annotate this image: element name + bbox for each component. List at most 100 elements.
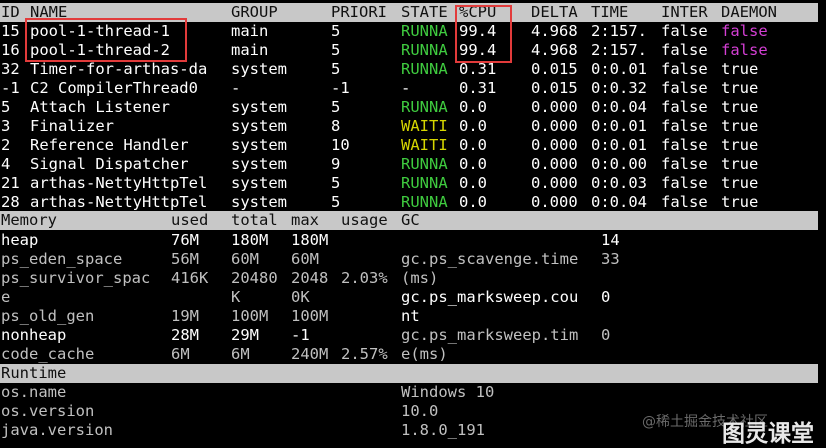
thread-time: 0:0.04 xyxy=(591,193,647,211)
thread-id: 15 xyxy=(1,22,20,40)
watermark-big: 图灵课堂 xyxy=(722,421,814,447)
memory-used: 56M xyxy=(171,250,199,268)
thread-priority: -1 xyxy=(331,79,350,97)
thread-daemon: true xyxy=(721,117,759,135)
thread-daemon: true xyxy=(721,98,759,116)
memory-total: 29M xyxy=(231,326,259,344)
thread-name: arthas-NettyHttpTel xyxy=(30,174,208,192)
memory-total: K xyxy=(231,288,241,306)
memory-name: ps_eden_space xyxy=(1,250,123,268)
gc-value: 0 xyxy=(601,326,611,344)
memory-total: 60M xyxy=(231,250,259,268)
thread-priority: 5 xyxy=(331,193,341,211)
thread-id: 21 xyxy=(1,174,20,192)
thread-cpu: 0.0 xyxy=(459,98,487,116)
thread-priority: 5 xyxy=(331,174,341,192)
thread-state: RUNNA xyxy=(401,60,448,78)
col-priority: PRIORI xyxy=(331,3,387,21)
thread-group: system xyxy=(231,174,287,192)
thread-id: 3 xyxy=(1,117,11,135)
memory-max: 2048 xyxy=(291,269,329,287)
thread-state: RUNNA xyxy=(401,98,448,116)
memory-name: ps_old_gen xyxy=(1,307,95,325)
gc-value: 33 xyxy=(601,250,620,268)
memory-used: 6M xyxy=(171,345,190,363)
memory-total: 20480 xyxy=(231,269,278,287)
runtime-key: os.name xyxy=(1,383,67,401)
thread-group: system xyxy=(231,155,287,173)
thread-group: main xyxy=(231,41,269,59)
thread-group: system xyxy=(231,117,287,135)
runtime-key: os.version xyxy=(1,402,95,420)
thread-cpu: 0.0 xyxy=(459,193,487,211)
thread-group: system xyxy=(231,60,287,78)
thread-id: 2 xyxy=(1,136,11,154)
gc-name: nt xyxy=(401,307,420,325)
thread-name: arthas-NettyHttpTel xyxy=(30,193,208,211)
thread-time: 0:0.04 xyxy=(591,98,647,116)
thread-id: 4 xyxy=(1,155,11,173)
memory-name: heap xyxy=(1,231,39,249)
thread-time: 0:0.32 xyxy=(591,79,647,97)
thread-group: - xyxy=(231,79,241,97)
thread-id: 5 xyxy=(1,98,11,116)
thread-daemon: true xyxy=(721,60,759,78)
thread-cpu: 0.31 xyxy=(459,79,497,97)
thread-name: Finalizer xyxy=(30,117,114,135)
thread-cpu: 0.0 xyxy=(459,174,487,192)
thread-time: 0:0.00 xyxy=(591,155,647,173)
thread-interrupted: false xyxy=(661,117,708,135)
thread-priority: 10 xyxy=(331,136,350,154)
thread-name-highlight xyxy=(25,18,187,62)
thread-interrupted: false xyxy=(661,79,708,97)
thread-state: WAITI xyxy=(401,117,448,135)
thread-daemon: false xyxy=(721,22,768,40)
thread-id: 16 xyxy=(1,41,20,59)
thread-daemon: true xyxy=(721,193,759,211)
memory-max: -1 xyxy=(291,326,310,344)
thread-name: Reference Handler xyxy=(30,136,189,154)
col-id: ID xyxy=(1,3,20,21)
memory-max: 100M xyxy=(291,307,329,325)
memory-total: 100M xyxy=(231,307,269,325)
memory-name: e xyxy=(1,288,11,306)
col-delta: DELTA xyxy=(531,3,578,21)
thread-delta: 4.968 xyxy=(531,22,578,40)
thread-time: 2:157. xyxy=(591,41,647,59)
thread-priority: 5 xyxy=(331,22,341,40)
thread-state: RUNNA xyxy=(401,22,448,40)
thread-interrupted: false xyxy=(661,22,708,40)
memory-used: 416K xyxy=(171,269,209,287)
gc-name: e(ms) xyxy=(401,345,448,363)
thread-name: Attach Listener xyxy=(30,98,170,116)
thread-delta: 0.000 xyxy=(531,117,578,135)
gc-name: gc.ps_scavenge.time xyxy=(401,250,579,268)
thread-priority: 5 xyxy=(331,41,341,59)
thread-daemon: true xyxy=(721,79,759,97)
thread-delta: 0.000 xyxy=(531,155,578,173)
thread-daemon: true xyxy=(721,155,759,173)
thread-daemon: true xyxy=(721,136,759,154)
thread-state: - xyxy=(401,79,411,97)
thread-state: RUNNA xyxy=(401,155,448,173)
thread-time: 0:0.03 xyxy=(591,174,647,192)
thread-interrupted: false xyxy=(661,41,708,59)
thread-interrupted: false xyxy=(661,98,708,116)
memory-max: 180M xyxy=(291,231,329,249)
thread-cpu: 0.0 xyxy=(459,136,487,154)
col-time: TIME xyxy=(591,3,629,21)
gc-name: (ms) xyxy=(401,269,439,287)
runtime-title: Runtime xyxy=(1,364,67,382)
thread-group: system xyxy=(231,98,287,116)
memory-max: 60M xyxy=(291,250,319,268)
memory-name: nonheap xyxy=(1,326,67,344)
thread-id: 32 xyxy=(1,60,20,78)
col-total: total xyxy=(231,211,278,229)
col-used: used xyxy=(171,211,209,229)
thread-time: 0:0.01 xyxy=(591,136,647,154)
thread-state: WAITI xyxy=(401,136,448,154)
thread-priority: 8 xyxy=(331,117,341,135)
thread-delta: 4.968 xyxy=(531,41,578,59)
memory-usage: 2.03% xyxy=(341,269,388,287)
thread-id: 28 xyxy=(1,193,20,211)
